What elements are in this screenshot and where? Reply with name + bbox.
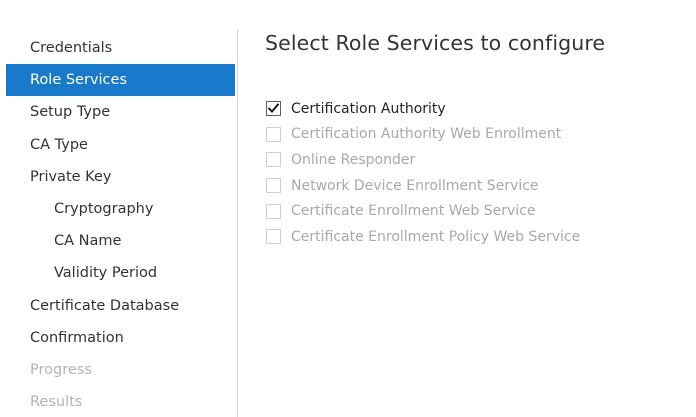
role-service-label: Network Device Enrollment Service xyxy=(291,177,539,194)
role-service-online-responder: Online Responder xyxy=(266,147,580,173)
nav-item-role-services[interactable]: Role Services xyxy=(6,64,235,97)
wizard-nav-list: Credentials Role Services Setup Type CA … xyxy=(6,32,235,417)
nav-item-setup-type[interactable]: Setup Type xyxy=(6,96,235,128)
configuration-wizard: Credentials Role Services Setup Type CA … xyxy=(0,0,696,417)
check-icon xyxy=(267,103,280,114)
nav-item-private-key[interactable]: Private Key xyxy=(6,161,235,193)
online-responder-checkbox xyxy=(266,152,281,168)
role-service-list: Certification Authority Certification Au… xyxy=(266,96,580,250)
nav-item-results: Results xyxy=(30,394,83,411)
certification-authority-checkbox[interactable] xyxy=(266,101,281,117)
role-service-label: Certificate Enrollment Web Service xyxy=(291,203,536,220)
nav-item-certificate-database[interactable]: Certificate Database xyxy=(6,290,235,322)
nav-item-ca-name[interactable]: CA Name xyxy=(6,225,235,257)
cert-enrollment-web-service-checkbox xyxy=(266,203,281,219)
ndes-checkbox xyxy=(266,178,281,194)
role-service-label: Certificate Enrollment Policy Web Servic… xyxy=(291,228,581,245)
page-title: Select Role Services to configure xyxy=(265,31,606,55)
nav-item-validity-period[interactable]: Validity Period xyxy=(6,257,235,289)
wizard-nav: Credentials Role Services Setup Type CA … xyxy=(0,0,237,417)
main-content: Select Role Services to configure Certif… xyxy=(238,0,696,417)
nav-item-credentials[interactable]: Credentials xyxy=(6,32,235,64)
nav-item-progress: Progress xyxy=(30,361,92,378)
nav-item-ca-type[interactable]: CA Type xyxy=(6,129,235,161)
role-service-label: Certification Authority Web Enrollment xyxy=(291,126,562,143)
role-service-cert-enrollment-policy-web-service: Certificate Enrollment Policy Web Servic… xyxy=(266,224,580,250)
role-service-label: Online Responder xyxy=(291,151,416,168)
nav-item-confirmation[interactable]: Confirmation xyxy=(6,322,235,354)
ca-web-enrollment-checkbox xyxy=(266,126,281,142)
nav-item-cryptography[interactable]: Cryptography xyxy=(6,193,235,225)
cert-enrollment-policy-web-service-checkbox xyxy=(266,229,281,245)
role-service-label: Certification Authority xyxy=(291,100,446,117)
role-service-certification-authority[interactable]: Certification Authority xyxy=(266,96,580,122)
role-service-cert-enrollment-web-service: Certificate Enrollment Web Service xyxy=(266,198,580,224)
role-service-ca-web-enrollment: Certification Authority Web Enrollment xyxy=(266,122,580,148)
role-service-ndes: Network Device Enrollment Service xyxy=(266,173,580,199)
